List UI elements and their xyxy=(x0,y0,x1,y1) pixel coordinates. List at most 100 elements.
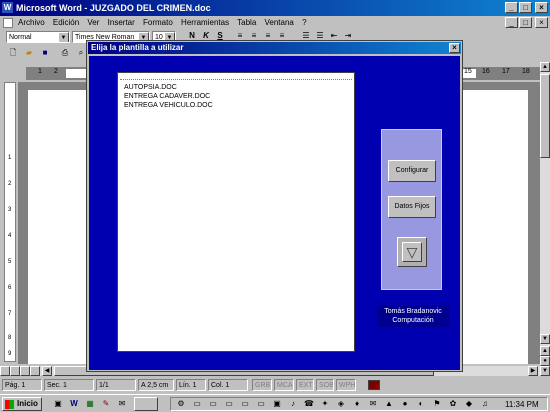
save-icon[interactable]: ■ xyxy=(38,47,52,61)
vertical-ruler: 1 2 3 4 5 6 7 8 9 xyxy=(4,82,16,362)
prev-page-icon[interactable]: ▲ xyxy=(540,346,550,356)
vruler-number: 2 xyxy=(8,181,12,187)
dialog-close-button[interactable]: × xyxy=(449,43,460,53)
menu-archivo[interactable]: Archivo xyxy=(18,18,45,27)
status-page: Pág. 1 xyxy=(2,379,42,391)
menu-edicion[interactable]: Edición xyxy=(53,18,79,27)
tray-icon[interactable]: ◈ xyxy=(335,398,347,410)
tray-icon[interactable]: ✿ xyxy=(447,398,459,410)
scroll-thumb[interactable] xyxy=(540,74,550,158)
view-layout-icon[interactable] xyxy=(10,366,20,376)
clock[interactable]: 11:34 PM xyxy=(505,398,539,412)
fixed-data-button[interactable]: Datos Fijos xyxy=(388,196,436,218)
tray-icon[interactable]: ▲ xyxy=(383,398,395,410)
word-taskbar-icon[interactable]: W xyxy=(68,398,80,410)
open-folder-icon[interactable]: ▰ xyxy=(22,47,36,61)
new-document-icon[interactable]: 🗋 xyxy=(6,47,20,61)
status-col: Col. 1 xyxy=(208,379,248,391)
list-item[interactable]: AUTOPSIA.DOC xyxy=(124,83,177,92)
minimize-button[interactable]: _ xyxy=(505,2,518,13)
windows-logo-icon xyxy=(5,400,14,409)
word-icon[interactable]: W xyxy=(2,2,13,13)
status-mode-mca[interactable]: MCA xyxy=(274,379,294,391)
menu-herramientas[interactable]: Herramientas xyxy=(181,18,229,27)
window-title: Microsoft Word - JUZGADO DEL CRIMEN.doc xyxy=(16,3,211,13)
tray-icon[interactable]: ✦ xyxy=(319,398,331,410)
menu-ver[interactable]: Ver xyxy=(87,18,99,27)
menu-tabla[interactable]: Tabla xyxy=(237,18,256,27)
tray-icon[interactable]: ☎ xyxy=(303,398,315,410)
maximize-button[interactable]: □ xyxy=(519,2,532,13)
doc-icon[interactable] xyxy=(3,18,13,28)
credit-box: Tomás Bradanovic Computación xyxy=(377,305,449,327)
tray-icon[interactable]: ▭ xyxy=(207,398,219,410)
tray-icon[interactable]: ▭ xyxy=(239,398,251,410)
browse-object-icon[interactable]: ● xyxy=(540,356,550,366)
view-page-icon[interactable] xyxy=(20,366,30,376)
style-value: Normal xyxy=(9,34,32,41)
vruler-number: 7 xyxy=(8,311,12,317)
start-button[interactable]: Inicio xyxy=(2,397,42,411)
tray-icon[interactable]: ◐ xyxy=(415,398,427,410)
desktop-icon[interactable]: ▣ xyxy=(52,398,64,410)
ruler-number: 16 xyxy=(482,68,490,75)
status-bar: Pág. 1 Sec. 1 1/1 A 2,5 cm Lín. 1 Col. 1… xyxy=(0,378,550,392)
tray-icon[interactable]: ⚑ xyxy=(431,398,443,410)
list-header-line xyxy=(120,79,352,80)
vruler-number: 5 xyxy=(8,259,12,265)
tray-icon[interactable]: ▭ xyxy=(223,398,235,410)
dialog-body: AUTOPSIA.DOC ENTREGA CADAVER.DOC ENTREGA… xyxy=(89,56,460,370)
scroll-down-arrow[interactable]: ▼ xyxy=(540,334,550,344)
doc-restore-button[interactable]: □ xyxy=(519,17,532,28)
status-mode-sob[interactable]: SOB xyxy=(316,379,334,391)
tray-icon[interactable]: ▣ xyxy=(271,398,283,410)
template-dialog: Elija la plantilla a utilizar × AUTOPSIA… xyxy=(86,40,463,372)
app-taskbar-icon[interactable]: ✉ xyxy=(116,398,128,410)
scroll-up-arrow[interactable]: ▲ xyxy=(540,62,550,72)
status-mode-grb[interactable]: GRB xyxy=(252,379,272,391)
vertical-scrollbar[interactable]: ▲ ▼ ▲ ● ▼ xyxy=(540,62,550,376)
status-mode-ext[interactable]: EXT xyxy=(296,379,314,391)
next-page-icon[interactable]: ▼ xyxy=(540,366,550,376)
template-list[interactable]: AUTOPSIA.DOC ENTREGA CADAVER.DOC ENTREGA… xyxy=(117,72,355,352)
vruler-number: 6 xyxy=(8,285,12,291)
excel-taskbar-icon[interactable]: ▦ xyxy=(84,398,96,410)
ruler-number: 15 xyxy=(464,68,472,75)
view-normal-icon[interactable] xyxy=(0,366,10,376)
vruler-number: 8 xyxy=(8,335,12,341)
menu-formato[interactable]: Formato xyxy=(143,18,173,27)
status-mode-wph[interactable]: WPH xyxy=(336,379,356,391)
configure-button[interactable]: Configurar xyxy=(388,160,436,182)
system-tray: ⚙ ▭ ▭ ▭ ▭ ▭ ▣ ♪ ☎ ✦ ◈ ♦ ✉ ▲ ● ◐ ⚑ ✿ ◆ ♫ … xyxy=(170,397,548,411)
scroll-left-arrow[interactable]: ◀ xyxy=(42,366,52,376)
doc-close-button[interactable]: × xyxy=(535,17,548,28)
tray-icon[interactable]: ✉ xyxy=(367,398,379,410)
tray-icon[interactable]: ▭ xyxy=(255,398,267,410)
style-combo[interactable]: Normal ▼ xyxy=(6,31,70,43)
doc-minimize-button[interactable]: _ xyxy=(505,17,518,28)
tray-icon[interactable]: ♦ xyxy=(351,398,363,410)
list-item[interactable]: ENTREGA VEHICULO.DOC xyxy=(124,101,213,110)
print-icon[interactable]: ⎙ xyxy=(58,47,72,61)
down-arrow-button[interactable]: ▽ xyxy=(397,237,427,267)
paint-taskbar-icon[interactable]: ✎ xyxy=(100,398,112,410)
status-at: A 2,5 cm xyxy=(138,379,174,391)
tray-icon[interactable]: ▭ xyxy=(191,398,203,410)
vruler-number: 4 xyxy=(8,233,12,239)
menu-help[interactable]: ? xyxy=(302,18,306,27)
tray-icon[interactable]: ● xyxy=(399,398,411,410)
chevron-down-icon[interactable]: ▼ xyxy=(58,32,69,42)
menu-ventana[interactable]: Ventana xyxy=(265,18,294,27)
menu-insertar[interactable]: Insertar xyxy=(108,18,135,27)
tray-icon[interactable]: ◆ xyxy=(463,398,475,410)
list-item[interactable]: ENTREGA CADAVER.DOC xyxy=(124,92,210,101)
tray-icon[interactable]: ⚙ xyxy=(175,398,187,410)
spelling-book-icon[interactable] xyxy=(368,380,380,390)
close-button[interactable]: × xyxy=(535,2,548,13)
tray-icon[interactable]: ♪ xyxy=(287,398,299,410)
scroll-right-arrow[interactable]: ▶ xyxy=(528,366,538,376)
triangle-down-icon: ▽ xyxy=(402,242,422,262)
speaker-icon[interactable]: ♫ xyxy=(479,398,491,410)
word-task-button[interactable] xyxy=(134,397,158,411)
view-outline-icon[interactable] xyxy=(30,366,40,376)
